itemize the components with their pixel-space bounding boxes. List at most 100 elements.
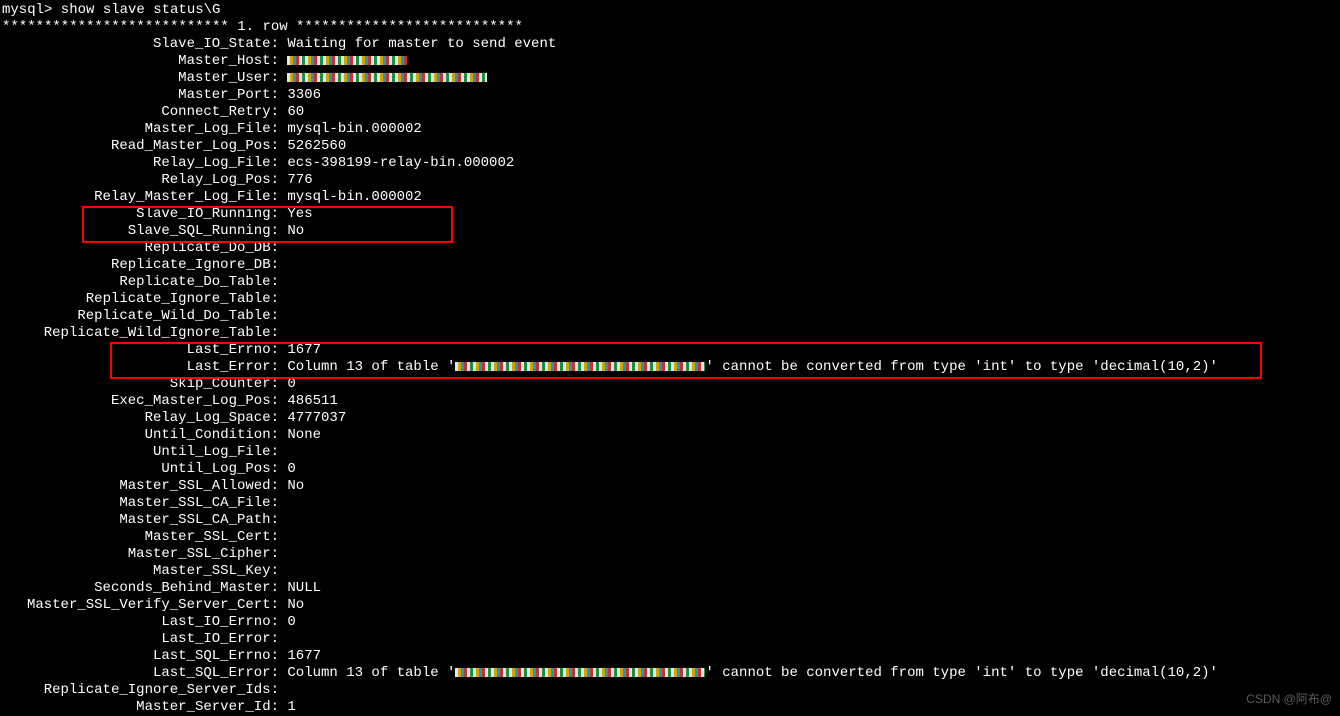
status-label: Master_SSL_Cipher:	[2, 546, 279, 563]
status-row-Master_SSL_Verify_Server_Cert: Master_SSL_Verify_Server_Cert: No	[2, 597, 1340, 614]
status-label: Master_Host:	[2, 53, 279, 70]
status-label: Replicate_Ignore_Server_Ids:	[2, 682, 279, 699]
status-label: Last_SQL_Error:	[2, 665, 279, 682]
status-row-Replicate_Do_DB: Replicate_Do_DB:	[2, 240, 1340, 257]
status-value: None	[287, 427, 321, 443]
status-value: 0	[287, 461, 295, 477]
status-row-Until_Condition: Until_Condition: None	[2, 427, 1340, 444]
status-row-Last_Error: Last_Error: Column 13 of table ' ' cannot…	[2, 359, 1340, 376]
status-label: Master_Log_File:	[2, 121, 279, 138]
status-row-Slave_IO_State: Slave_IO_State: Waiting for master to se…	[2, 36, 1340, 53]
status-value: 776	[287, 172, 312, 188]
status-label: Skip_Counter:	[2, 376, 279, 393]
status-value: No	[287, 597, 304, 613]
status-row-Master_Host: Master_Host:	[2, 53, 1340, 70]
redacted-value	[287, 56, 407, 65]
status-row-Read_Master_Log_Pos: Read_Master_Log_Pos: 5262560	[2, 138, 1340, 155]
status-label: Last_Errno:	[2, 342, 279, 359]
status-row-Relay_Master_Log_File: Relay_Master_Log_File: mysql-bin.000002	[2, 189, 1340, 206]
status-label: Until_Log_Pos:	[2, 461, 279, 478]
status-label: Read_Master_Log_Pos:	[2, 138, 279, 155]
status-value: No	[287, 223, 304, 239]
status-label: Replicate_Ignore_DB:	[2, 257, 279, 274]
status-value: ecs-398199-relay-bin.000002	[287, 155, 514, 171]
status-row-Master_SSL_Key: Master_SSL_Key:	[2, 563, 1340, 580]
row-separator-line: *************************** 1. row *****…	[2, 19, 1340, 36]
status-row-Slave_SQL_Running: Slave_SQL_Running: No	[2, 223, 1340, 240]
terminal-output: mysql> show slave status\G**************…	[2, 2, 1340, 716]
status-value: Waiting for master to send event	[287, 36, 556, 52]
status-value-part: Column 13 of table '	[287, 665, 455, 681]
status-label: Last_SQL_Errno:	[2, 648, 279, 665]
status-label: Master_SSL_Key:	[2, 563, 279, 580]
status-value-part: ' cannot be converted from type 'int' to…	[705, 359, 1217, 375]
status-value: 4777037	[287, 410, 346, 426]
status-value: 486511	[287, 393, 337, 409]
status-label: Replicate_Ignore_Table:	[2, 291, 279, 308]
status-value: 60	[287, 104, 304, 120]
status-label: Master_SSL_Allowed:	[2, 478, 279, 495]
status-label: Replicate_Wild_Ignore_Table:	[2, 325, 279, 342]
status-row-Last_IO_Error: Last_IO_Error:	[2, 631, 1340, 648]
status-value: No	[287, 478, 304, 494]
status-row-Master_SSL_CA_Path: Master_SSL_CA_Path:	[2, 512, 1340, 529]
status-row-Master_SSL_Cipher: Master_SSL_Cipher:	[2, 546, 1340, 563]
status-row-Relay_Log_Pos: Relay_Log_Pos: 776	[2, 172, 1340, 189]
status-value: 0	[287, 376, 295, 392]
status-row-Replicate_Ignore_DB: Replicate_Ignore_DB:	[2, 257, 1340, 274]
status-label: Seconds_Behind_Master:	[2, 580, 279, 597]
status-label: Until_Condition:	[2, 427, 279, 444]
redacted-value	[455, 362, 705, 371]
status-row-Until_Log_Pos: Until_Log_Pos: 0	[2, 461, 1340, 478]
status-row-Master_Port: Master_Port: 3306	[2, 87, 1340, 104]
status-label: Relay_Log_Space:	[2, 410, 279, 427]
status-row-Master_SSL_Cert: Master_SSL_Cert:	[2, 529, 1340, 546]
status-label: Master_SSL_CA_File:	[2, 495, 279, 512]
status-value: 1	[287, 699, 295, 715]
status-label: Until_Log_File:	[2, 444, 279, 461]
row-separator: *************************** 1. row *****…	[2, 19, 523, 35]
status-value: Yes	[287, 206, 312, 222]
status-value-part: ' cannot be converted from type 'int' to…	[705, 665, 1217, 681]
status-value: mysql-bin.000002	[287, 189, 421, 205]
status-row-Replicate_Do_Table: Replicate_Do_Table:	[2, 274, 1340, 291]
status-label: Slave_IO_Running:	[2, 206, 279, 223]
status-value: mysql-bin.000002	[287, 121, 421, 137]
status-row-Exec_Master_Log_Pos: Exec_Master_Log_Pos: 486511	[2, 393, 1340, 410]
status-label: Master_Port:	[2, 87, 279, 104]
status-label: Last_IO_Errno:	[2, 614, 279, 631]
status-label: Slave_IO_State:	[2, 36, 279, 53]
status-label: Last_Error:	[2, 359, 279, 376]
status-value: 1677	[287, 648, 321, 664]
status-label: Master_User:	[2, 70, 279, 87]
status-row-Replicate_Ignore_Server_Ids: Replicate_Ignore_Server_Ids:	[2, 682, 1340, 699]
status-label: Relay_Master_Log_File:	[2, 189, 279, 206]
status-label: Exec_Master_Log_Pos:	[2, 393, 279, 410]
prompt-line: mysql> show slave status\G	[2, 2, 1340, 19]
status-row-Master_Log_File: Master_Log_File: mysql-bin.000002	[2, 121, 1340, 138]
status-value: 0	[287, 614, 295, 630]
status-label: Replicate_Do_DB:	[2, 240, 279, 257]
status-row-Master_User: Master_User:	[2, 70, 1340, 87]
status-row-Until_Log_File: Until_Log_File:	[2, 444, 1340, 461]
status-label: Connect_Retry:	[2, 104, 279, 121]
status-row-Last_SQL_Errno: Last_SQL_Errno: 1677	[2, 648, 1340, 665]
status-row-Slave_IO_Running: Slave_IO_Running: Yes	[2, 206, 1340, 223]
watermark-text: CSDN @阿布@	[1246, 691, 1332, 708]
status-row-Skip_Counter: Skip_Counter: 0	[2, 376, 1340, 393]
status-row-Seconds_Behind_Master: Seconds_Behind_Master: NULL	[2, 580, 1340, 597]
status-label: Slave_SQL_Running:	[2, 223, 279, 240]
status-label: Relay_Log_Pos:	[2, 172, 279, 189]
status-value-part: Column 13 of table '	[287, 359, 455, 375]
status-row-Relay_Log_File: Relay_Log_File: ecs-398199-relay-bin.000…	[2, 155, 1340, 172]
status-label: Last_IO_Error:	[2, 631, 279, 648]
status-value: 1677	[287, 342, 321, 358]
status-row-Relay_Log_Space: Relay_Log_Space: 4777037	[2, 410, 1340, 427]
status-label: Replicate_Do_Table:	[2, 274, 279, 291]
status-row-Master_SSL_Allowed: Master_SSL_Allowed: No	[2, 478, 1340, 495]
status-row-Last_IO_Errno: Last_IO_Errno: 0	[2, 614, 1340, 631]
status-label: Master_SSL_Verify_Server_Cert:	[2, 597, 279, 614]
status-row-Connect_Retry: Connect_Retry: 60	[2, 104, 1340, 121]
status-row-Replicate_Ignore_Table: Replicate_Ignore_Table:	[2, 291, 1340, 308]
redacted-value	[287, 73, 487, 82]
